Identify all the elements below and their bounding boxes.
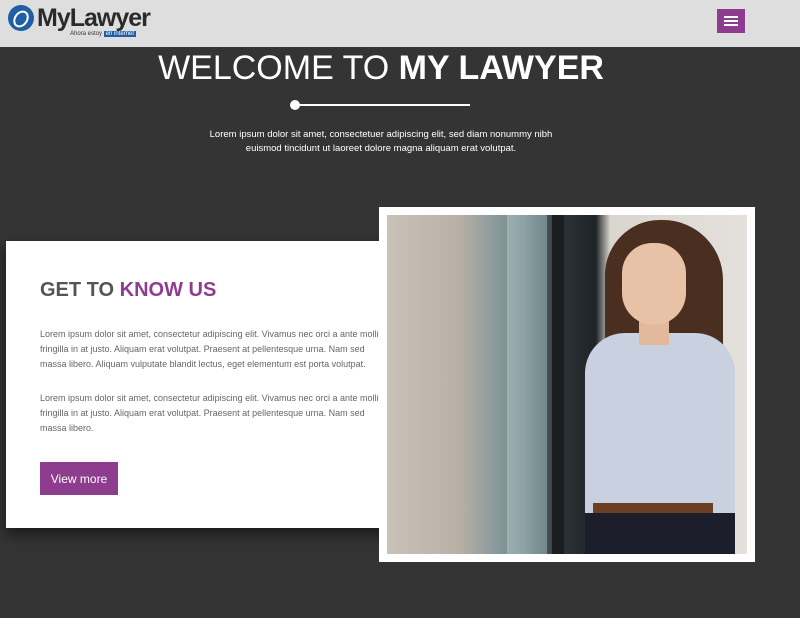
- hero-divider: [290, 99, 472, 111]
- photo-person-pants: [585, 513, 735, 554]
- lawyer-photo: [387, 215, 747, 554]
- hamburger-menu-button[interactable]: [717, 9, 745, 33]
- about-card: GET TO KNOW US Lorem ipsum dolor sit ame…: [6, 241, 418, 528]
- brand-logo[interactable]: MyLawyer Ahora estoy en internet: [8, 4, 151, 41]
- photo-person-face: [622, 243, 686, 325]
- photo-window-frame: [552, 215, 564, 554]
- divider-line: [296, 104, 470, 106]
- hero-description: Lorem ipsum dolor sit amet, consectetuer…: [209, 129, 553, 154]
- hamburger-menu-icon-bar: [724, 20, 738, 22]
- hamburger-menu-icon-bar: [724, 24, 738, 26]
- about-title-regular: GET TO: [40, 279, 115, 301]
- photo-person-belt: [593, 503, 713, 513]
- hamburger-menu-icon: [724, 16, 738, 18]
- brand-tagline: Ahora estoy en internet: [70, 31, 137, 37]
- about-paragraph-2: Lorem ipsum dolor sit amet, consectetur …: [40, 393, 383, 433]
- hero-title-bold: MY LAWYER: [398, 49, 604, 87]
- about-title-highlight: KNOW US: [119, 279, 217, 301]
- brand-tagline-prefix: Ahora estoy: [70, 31, 103, 37]
- about-paragraph-1: Lorem ipsum dolor sit amet, consectetur …: [40, 329, 383, 369]
- about-title: GET TO KNOW US: [40, 279, 216, 302]
- divider-dot: [290, 100, 300, 110]
- photo-window-glass: [507, 215, 547, 554]
- hero-title-regular: WELCOME TO: [158, 49, 390, 87]
- photo-frame: [379, 207, 755, 562]
- logo-mark-icon: [8, 5, 34, 31]
- hero-title: WELCOME TO MY LAWYER: [0, 48, 762, 88]
- photo-person-shirt: [585, 333, 735, 523]
- view-more-button[interactable]: View more: [40, 462, 118, 495]
- brand-name: MyLawyer: [37, 4, 151, 32]
- navbar: MyLawyer Ahora estoy en internet: [0, 0, 800, 47]
- brand-tagline-highlight: en internet: [103, 31, 137, 37]
